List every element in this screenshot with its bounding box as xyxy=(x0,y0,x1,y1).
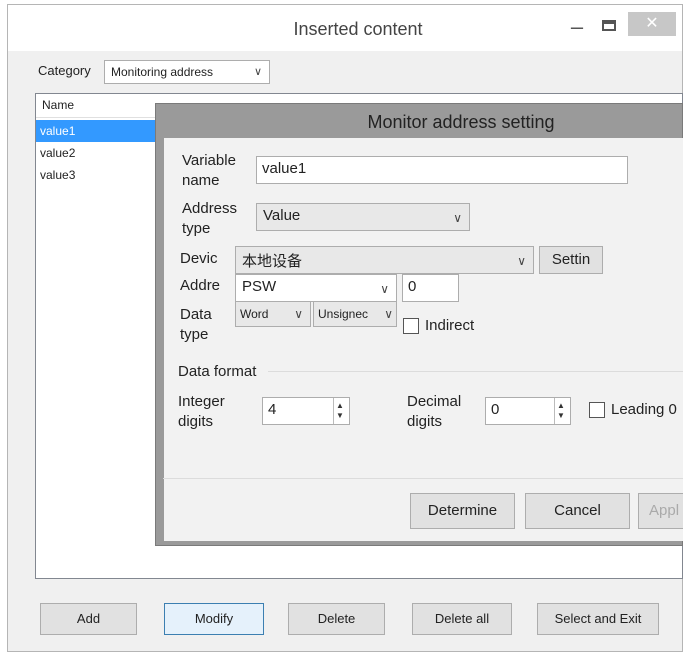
integer-digits-value: 4 xyxy=(268,401,277,418)
data-format-label: Data format xyxy=(178,363,257,380)
select-and-exit-button[interactable]: Select and Exit xyxy=(537,603,659,635)
decimal-digits-label: Decimal digits xyxy=(407,393,462,430)
add-button[interactable]: Add xyxy=(40,603,137,635)
chevron-down-icon: ∨ xyxy=(517,254,526,268)
integer-digits-spinner[interactable]: ▲ ▼ xyxy=(333,398,347,424)
apply-button[interactable]: Appl xyxy=(638,493,683,529)
category-value: Monitoring address xyxy=(111,65,214,79)
indirect-checkbox[interactable] xyxy=(403,318,419,334)
dialog-title: Monitor address setting xyxy=(367,112,555,132)
close-button[interactable]: ✕ xyxy=(628,12,676,36)
chevron-down-icon: ∨ xyxy=(453,211,462,225)
data-type-word-value: Word xyxy=(240,307,269,321)
address-register-select[interactable]: PSW ∨ xyxy=(235,274,397,302)
address-value-input[interactable]: 0 xyxy=(402,274,459,302)
decimal-digits-spinner[interactable]: ▲ ▼ xyxy=(554,398,568,424)
device-value: 本地设备 xyxy=(242,253,303,270)
integer-digits-input[interactable]: 4 ▲ ▼ xyxy=(262,397,350,425)
address-type-select[interactable]: Value ∨ xyxy=(256,203,470,231)
minimize-button[interactable]: – xyxy=(563,13,591,41)
data-type-word-select[interactable]: Word ∨ xyxy=(235,301,311,327)
category-select[interactable]: Monitoring address ∨ xyxy=(104,60,270,84)
data-format-divider xyxy=(268,371,683,372)
data-type-sign-value: Unsignec xyxy=(318,307,369,321)
address-type-value: Value xyxy=(263,207,301,224)
indirect-label: Indirect xyxy=(425,317,475,334)
maximize-button[interactable] xyxy=(598,15,620,37)
modify-button[interactable]: Modify xyxy=(164,603,264,635)
spin-up-icon[interactable]: ▲ xyxy=(557,401,565,410)
decimal-digits-input[interactable]: 0 ▲ ▼ xyxy=(485,397,571,425)
chevron-down-icon: ∨ xyxy=(253,66,262,78)
address-register-value: PSW xyxy=(242,278,277,295)
address-label: Addre xyxy=(180,277,221,294)
spin-down-icon[interactable]: ▼ xyxy=(557,411,565,420)
delete-all-button[interactable]: Delete all xyxy=(412,603,512,635)
spin-down-icon[interactable]: ▼ xyxy=(336,411,344,420)
leading-zero-checkbox[interactable] xyxy=(589,402,605,418)
data-type-label: Data type xyxy=(180,306,212,343)
settings-button[interactable]: Settin xyxy=(539,246,603,274)
delete-button[interactable]: Delete xyxy=(288,603,385,635)
cancel-button[interactable]: Cancel xyxy=(525,493,630,529)
variable-name-label: Variable name xyxy=(182,152,236,189)
device-label: Devic xyxy=(180,250,218,267)
chevron-down-icon: ∨ xyxy=(380,282,389,296)
chevron-down-icon: ∨ xyxy=(294,307,303,321)
integer-digits-label: Integer digits xyxy=(178,393,225,430)
decimal-digits-value: 0 xyxy=(491,401,500,418)
title-bar: Inserted content – ✕ xyxy=(8,5,682,51)
spin-up-icon[interactable]: ▲ xyxy=(336,401,344,410)
variable-name-input[interactable]: value1 xyxy=(256,156,628,184)
chevron-down-icon: ∨ xyxy=(384,307,393,321)
device-select[interactable]: 本地设备 ∨ xyxy=(235,246,534,274)
leading-zero-label: Leading 0 xyxy=(611,401,677,418)
category-label: Category xyxy=(38,63,91,78)
address-type-label: Address type xyxy=(182,200,238,237)
determine-button[interactable]: Determine xyxy=(410,493,515,529)
data-type-sign-select[interactable]: Unsignec ∨ xyxy=(313,301,397,327)
button-divider xyxy=(163,478,683,479)
